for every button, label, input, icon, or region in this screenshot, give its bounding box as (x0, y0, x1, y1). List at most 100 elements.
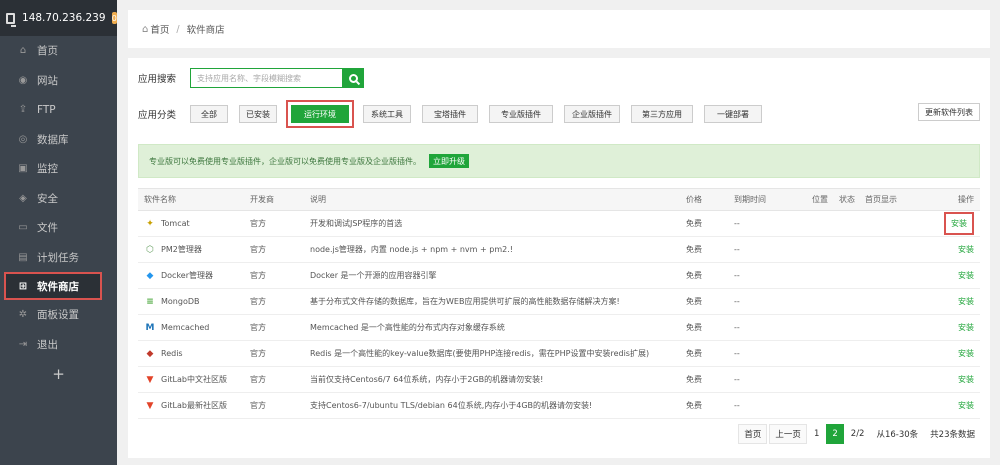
position (806, 236, 833, 263)
sidebar-item-label: 文件 (37, 222, 58, 235)
category-button-6[interactable]: 企业版插件 (564, 105, 620, 123)
upgrade-button[interactable]: 立即升级 (429, 154, 469, 168)
category-button-2[interactable]: 运行环境 (291, 105, 349, 123)
search-label: 应用搜索 (138, 74, 177, 85)
expire-time: -- (728, 262, 806, 289)
software-name: ✦ Tomcat (138, 210, 244, 237)
update-list-button[interactable]: 更新软件列表 (918, 103, 980, 121)
software-name-text: GitLab最新社区版 (161, 401, 227, 410)
description: node.js管理器，内置 node.js + npm + nvm + pm2.… (304, 236, 680, 263)
home-icon: ⌂ (19, 45, 27, 57)
col-home-display: 首页显示 (859, 188, 919, 211)
sidebar-item-6[interactable]: ▭ 文件 (0, 213, 117, 243)
breadcrumb: ⌂ 首页 / 软件商店 (128, 10, 990, 48)
gitlab-icon: ▼ (146, 374, 154, 385)
price: 免费 (680, 210, 728, 237)
software-name: ▼ GitLab最新社区版 (138, 392, 244, 419)
price: 免费 (680, 288, 728, 315)
home-display (859, 236, 919, 263)
home-display (859, 262, 919, 289)
col-name: 软件名称 (138, 188, 244, 211)
expire-time: -- (728, 366, 806, 393)
page-2[interactable]: 2 (826, 424, 844, 444)
sidebar-item-label: 面板设置 (37, 309, 79, 322)
expire-time: -- (728, 392, 806, 419)
description: Redis 是一个高性能的key-value数据库(要使用PHP连接redis，… (304, 340, 680, 367)
col-developer: 开发商 (244, 188, 304, 211)
developer: 官方 (244, 366, 304, 393)
breadcrumb-home[interactable]: 首页 (150, 22, 169, 36)
home-display (859, 366, 919, 393)
status (833, 288, 859, 315)
category-button-8[interactable]: 一键部署 (704, 105, 762, 123)
software-name: ◆ Docker管理器 (138, 262, 244, 289)
sidebar-item-2[interactable]: ⇪ FTP (0, 95, 117, 125)
page-range: 从16-30条 (876, 430, 919, 440)
message-badge[interactable]: 0 (111, 12, 117, 24)
install-button[interactable]: 安装 (958, 297, 974, 306)
description: 支持Centos6-7/ubuntu TLS/debian 64位系统,内存小于… (304, 392, 680, 419)
software-name: ▼ GitLab中文社区版 (138, 366, 244, 393)
globe-icon: ◉ (18, 74, 28, 86)
page-prev[interactable]: 上一页 (769, 424, 807, 444)
category-button-7[interactable]: 第三方应用 (631, 105, 693, 123)
description: Docker 是一个开源的应用容器引擎 (304, 262, 680, 289)
price: 免费 (680, 236, 728, 263)
sidebar-item-label: FTP (37, 103, 56, 116)
sidebar-item-4[interactable]: ▣ 监控 (0, 154, 117, 184)
search-input[interactable]: 支持应用名称、字段模糊搜索 (190, 68, 342, 88)
status (833, 210, 859, 237)
add-icon[interactable]: + (0, 359, 117, 389)
notice-text: 专业版可以免费使用专业版插件，企业版可以免费使用专业版及企业版插件。 (149, 156, 421, 166)
software-name-text: Memcached (161, 323, 210, 332)
database-icon: ◎ (18, 133, 28, 145)
memcached-icon: M (145, 322, 155, 333)
search-button[interactable] (342, 68, 364, 88)
category-button-1[interactable]: 已安装 (239, 105, 277, 123)
sidebar-item-10[interactable]: ⇥ 退出 (0, 330, 117, 360)
table-header: 软件名称 开发商 说明 价格 到期时间 位置 状态 首页显示 操作 (138, 188, 980, 211)
sidebar-item-9[interactable]: ✲ 面板设置 (0, 300, 117, 330)
sidebar-item-1[interactable]: ◉ 网站 (0, 66, 117, 96)
install-button[interactable]: 安装 (958, 323, 974, 332)
developer: 官方 (244, 392, 304, 419)
status (833, 314, 859, 341)
table-row: ✦ Tomcat 官方 开发和调试JSP程序的首选 免费 -- 安装 (138, 210, 980, 237)
home-display (859, 392, 919, 419)
sidebar-item-7[interactable]: ▤ 计划任务 (0, 243, 117, 273)
tomcat-icon: ✦ (146, 218, 154, 229)
sidebar-item-label: 软件商店 (37, 280, 79, 293)
install-button[interactable]: 安装 (958, 349, 974, 358)
table-row: ▼ GitLab中文社区版 官方 当前仅支持Centos6/7 64位系统，内存小于2… (138, 366, 980, 393)
position (806, 314, 833, 341)
position (806, 210, 833, 237)
developer: 官方 (244, 262, 304, 289)
sidebar-item-3[interactable]: ◎ 数据库 (0, 125, 117, 155)
category-button-0[interactable]: 全部 (190, 105, 228, 123)
upgrade-notice: 专业版可以免费使用专业版插件，企业版可以免费使用专业版及企业版插件。 立即升级 (138, 144, 980, 178)
install-button[interactable]: 安装 (958, 245, 974, 254)
developer: 官方 (244, 340, 304, 367)
sidebar-item-8[interactable]: ⊞ 软件商店 (4, 272, 102, 300)
category-button-4[interactable]: 宝塔插件 (422, 105, 478, 123)
col-operation: 操作 (919, 188, 980, 211)
page-1[interactable]: 1 (809, 424, 824, 444)
position (806, 288, 833, 315)
software-name: ⬡ PM2管理器 (138, 236, 244, 263)
install-button[interactable]: 安装 (958, 271, 974, 280)
page-first[interactable]: 首页 (738, 424, 768, 444)
category-row: 应用分类 全部 已安装 运行环境 系统工具 宝塔插件 专业版插件 企业版插件 第三方应用 一键部… (138, 100, 773, 128)
install-button[interactable]: 安装 (958, 401, 974, 410)
position (806, 262, 833, 289)
category-button-3[interactable]: 系统工具 (363, 105, 411, 123)
install-button[interactable]: 安装 (944, 212, 974, 235)
sidebar-item-0[interactable]: ⌂ 首页 (0, 36, 117, 66)
install-button[interactable]: 安装 (958, 375, 974, 384)
table-row: ▼ GitLab最新社区版 官方 支持Centos6-7/ubuntu TLS/deb… (138, 392, 980, 419)
price: 免费 (680, 340, 728, 367)
category-button-5[interactable]: 专业版插件 (489, 105, 553, 123)
sidebar-item-5[interactable]: ◈ 安全 (0, 184, 117, 214)
table-row: ⬡ PM2管理器 官方 node.js管理器，内置 node.js + npm + n… (138, 236, 980, 263)
monitor-icon (6, 12, 17, 27)
sidebar-item-label: 网站 (37, 74, 58, 87)
